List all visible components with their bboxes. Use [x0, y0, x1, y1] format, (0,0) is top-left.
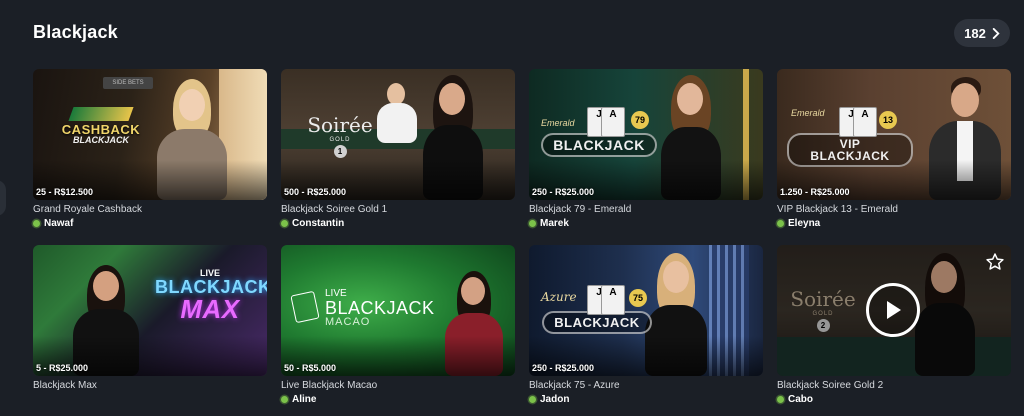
table-sign: SIDE BETS	[103, 77, 153, 89]
game-card[interactable]: J A 75 Azure BLACKJACK 250 - R$25.000 Bl…	[529, 245, 763, 411]
dealer-info: Nawaf	[33, 218, 73, 229]
dealer-info: Constantin	[281, 218, 344, 229]
dealer-info: Marek	[529, 218, 569, 229]
game-card[interactable]: Soirée GOLD 1 500 - R$25.000 Blackjack S…	[281, 69, 515, 235]
game-name[interactable]: Blackjack 79 - Emerald	[529, 204, 631, 215]
game-card[interactable]: SIDE BETS CASHBACK BLACKJACK 25 - R$12.5…	[33, 69, 267, 235]
game-name[interactable]: Grand Royale Cashback	[33, 204, 142, 215]
play-icon	[887, 301, 901, 319]
carousel-prev-handle[interactable]	[0, 180, 6, 216]
game-logo: J A 13 Emerald VIP BLACKJACK	[787, 107, 913, 167]
game-thumbnail[interactable]: Soirée GOLD 2	[777, 245, 1011, 376]
online-status-icon	[777, 396, 784, 403]
game-name[interactable]: Blackjack Soiree Gold 2	[777, 380, 883, 391]
dealer-name: Jadon	[540, 394, 570, 405]
online-status-icon	[281, 396, 288, 403]
game-thumbnail[interactable]: LIVE BLACKJACK MACAO 50 - R$5.000	[281, 245, 515, 376]
dealer-info: Cabo	[777, 394, 813, 405]
bet-limits: 1.250 - R$25.000	[780, 187, 850, 197]
game-thumbnail[interactable]: J A 79 Emerald BLACKJACK 250 - R$25.000	[529, 69, 763, 200]
dealer-name: Aline	[292, 394, 317, 405]
game-logo: CASHBACK BLACKJACK	[51, 107, 151, 145]
bet-limits: 5 - R$25.000	[36, 363, 89, 373]
online-status-icon	[529, 220, 536, 227]
online-status-icon	[529, 396, 536, 403]
game-name[interactable]: VIP Blackjack 13 - Emerald	[777, 204, 898, 215]
game-card[interactable]: LIVE BLACKJACK MACAO 50 - R$5.000 Live B…	[281, 245, 515, 411]
game-thumbnail[interactable]: Soirée GOLD 1 500 - R$25.000	[281, 69, 515, 200]
chevron-right-icon	[992, 27, 1000, 39]
dealer-name: Eleyna	[788, 218, 821, 229]
play-button[interactable]	[866, 283, 920, 337]
dealer-name: Marek	[540, 218, 569, 229]
game-logo: LIVE BLACKJACK MACAO	[325, 288, 435, 328]
dealer-info: Jadon	[529, 394, 569, 405]
online-status-icon	[777, 220, 784, 227]
game-card[interactable]: J A 79 Emerald BLACKJACK 250 - R$25.000 …	[529, 69, 763, 235]
dealer-info: Eleyna	[777, 218, 820, 229]
dealer-name: Nawaf	[44, 218, 74, 229]
game-logo: J A 75 Azure BLACKJACK	[537, 285, 657, 334]
game-thumbnail[interactable]: LIVE BLACKJACK MAX 5 - R$25.000	[33, 245, 267, 376]
game-logo: Soirée GOLD 1	[307, 113, 373, 158]
game-card[interactable]: LIVE BLACKJACK MAX 5 - R$25.000 Blackjac…	[33, 245, 267, 411]
game-card[interactable]: J A 13 Emerald VIP BLACKJACK 1.250 - R$2…	[777, 69, 1011, 235]
game-name[interactable]: Blackjack Max	[33, 380, 97, 391]
dealer-name: Constantin	[292, 218, 345, 229]
bet-limits: 250 - R$25.000	[532, 363, 595, 373]
game-grid: SIDE BETS CASHBACK BLACKJACK 25 - R$12.5…	[33, 69, 1011, 411]
game-logo: J A 79 Emerald BLACKJACK	[539, 107, 659, 157]
dealer-name: Cabo	[788, 394, 813, 405]
game-count: 182	[964, 25, 986, 41]
online-status-icon	[281, 220, 288, 227]
online-status-icon	[33, 220, 40, 227]
bet-limits: 25 - R$12.500	[36, 187, 94, 197]
game-name[interactable]: Live Blackjack Macao	[281, 380, 377, 391]
game-thumbnail[interactable]: J A 13 Emerald VIP BLACKJACK 1.250 - R$2…	[777, 69, 1011, 200]
game-name[interactable]: Blackjack 75 - Azure	[529, 380, 620, 391]
bet-limits: 50 - R$5.000	[284, 363, 337, 373]
view-all-count-button[interactable]: 182	[954, 19, 1010, 47]
game-logo: LIVE BLACKJACK MAX	[155, 268, 267, 324]
bet-limits: 250 - R$25.000	[532, 187, 595, 197]
game-card[interactable]: Soirée GOLD 2 Blackjack Soiree Gold 2 Ca…	[777, 245, 1011, 411]
dealer-info: Aline	[281, 394, 316, 405]
game-name[interactable]: Blackjack Soiree Gold 1	[281, 204, 387, 215]
section-title: Blackjack	[33, 22, 118, 42]
game-thumbnail[interactable]: J A 75 Azure BLACKJACK 250 - R$25.000	[529, 245, 763, 376]
bet-limits: 500 - R$25.000	[284, 187, 347, 197]
game-thumbnail[interactable]: SIDE BETS CASHBACK BLACKJACK 25 - R$12.5…	[33, 69, 267, 200]
favorite-star-icon[interactable]	[985, 252, 1005, 272]
